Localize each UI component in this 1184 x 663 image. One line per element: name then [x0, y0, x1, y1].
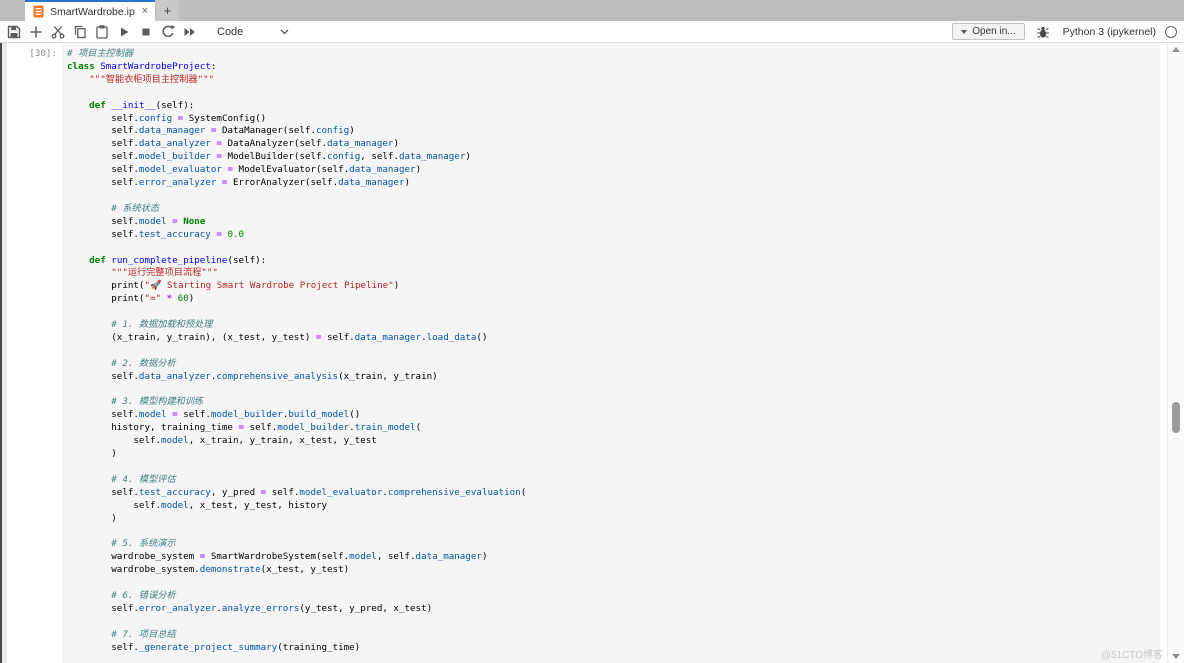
interrupt-kernel-button[interactable]	[135, 22, 157, 42]
code-line	[67, 526, 1155, 539]
code-line: # 3. 模型构建和训练	[67, 396, 1155, 409]
code-line: # 项目主控制器	[67, 48, 1155, 61]
scrollbar-thumb[interactable]	[1172, 402, 1180, 433]
notebook-icon	[33, 5, 44, 18]
code-line: # 系统状态	[67, 203, 1155, 216]
code-line: print("🚀 Starting Smart Wardrobe Project…	[67, 280, 1155, 293]
toolbar-icon-group	[3, 22, 201, 42]
code-line: wardrobe_system.demonstrate(x_test, y_te…	[67, 564, 1155, 577]
code-line: print("=" * 60)	[67, 293, 1155, 306]
code-line	[67, 461, 1155, 474]
scroll-up-arrow[interactable]	[1172, 47, 1180, 52]
chevron-down-icon	[280, 29, 289, 35]
code-line	[67, 87, 1155, 100]
code-line	[67, 577, 1155, 590]
code-line	[67, 306, 1155, 319]
run-cell-button[interactable]	[113, 22, 135, 42]
copy-cells-button[interactable]	[69, 22, 91, 42]
code-line: history, training_time = self.model_buil…	[67, 422, 1155, 435]
code-line	[67, 345, 1155, 358]
cell-editor[interactable]: # 项目主控制器class SmartWardrobeProject: """智…	[62, 45, 1160, 663]
cell-type-value: Code	[217, 26, 243, 38]
tab-title: SmartWardrobe.ipynb	[50, 6, 135, 18]
code-line	[67, 242, 1155, 255]
code-line: self._generate_project_summary(training_…	[67, 642, 1155, 655]
code-line: self.test_accuracy, y_pred = self.model_…	[67, 487, 1155, 500]
code-line: self.data_manager = DataManager(self.con…	[67, 125, 1155, 138]
code-line: self.model_evaluator = ModelEvaluator(se…	[67, 164, 1155, 177]
code-lines: # 项目主控制器class SmartWardrobeProject: """智…	[62, 45, 1160, 658]
sidebar-edge-shadow	[2, 43, 7, 663]
scroll-down-arrow[interactable]	[1172, 654, 1180, 659]
code-line: class SmartWardrobeProject:	[67, 61, 1155, 74]
code-line: self.model = None	[67, 216, 1155, 229]
open-in-label: Open in...	[972, 26, 1015, 37]
code-line: self.model = self.model_builder.build_mo…	[67, 409, 1155, 422]
code-line: # 1. 数据加载和预处理	[67, 319, 1155, 332]
code-line	[67, 616, 1155, 629]
cut-cells-button[interactable]	[47, 22, 69, 42]
code-line: self.error_analyzer = ErrorAnalyzer(self…	[67, 177, 1155, 190]
cell-type-dropdown[interactable]: Code	[217, 26, 289, 38]
code-line: )	[67, 448, 1155, 461]
notebook-content: [30]: # 项目主控制器class SmartWardrobeProject…	[0, 43, 1184, 663]
code-line	[67, 190, 1155, 203]
code-line: self.model_builder = ModelBuilder(self.c…	[67, 151, 1155, 164]
restart-run-all-button[interactable]	[179, 22, 201, 42]
restart-kernel-button[interactable]	[157, 22, 179, 42]
new-tab-button[interactable]: +	[156, 0, 179, 21]
code-line: def __init__(self):	[67, 100, 1155, 113]
code-line: self.model, x_train, y_train, x_test, y_…	[67, 435, 1155, 448]
open-in-button[interactable]: Open in...	[952, 23, 1024, 40]
code-line: def run_complete_pipeline(self):	[67, 255, 1155, 268]
debugger-bug-icon[interactable]	[1036, 25, 1050, 39]
caret-down-icon	[961, 30, 967, 34]
paste-cells-button[interactable]	[91, 22, 113, 42]
code-line: self.model, x_test, y_test, history	[67, 500, 1155, 513]
code-line: # 6. 错误分析	[67, 590, 1155, 603]
tab-smartwardrobe[interactable]: SmartWardrobe.ipynb ×	[25, 0, 155, 21]
code-line: wardrobe_system = SmartWardrobeSystem(se…	[67, 551, 1155, 564]
code-line: self.config = SystemConfig()	[67, 113, 1155, 126]
code-line	[67, 384, 1155, 397]
tab-close-icon[interactable]: ×	[141, 6, 149, 17]
kernel-status-icon[interactable]	[1165, 26, 1177, 38]
code-line: """运行完整项目流程"""	[67, 267, 1155, 280]
watermark: @51CTO博客	[1101, 646, 1163, 661]
code-line: )	[67, 513, 1155, 526]
cell-prompt: [30]:	[0, 48, 57, 61]
code-line: self.data_analyzer.comprehensive_analysi…	[67, 371, 1155, 384]
code-line: # 2. 数据分析	[67, 358, 1155, 371]
code-line: # 4. 模型评估	[67, 474, 1155, 487]
save-button[interactable]	[3, 22, 25, 42]
scrollbar[interactable]	[1167, 43, 1184, 663]
insert-cell-button[interactable]	[25, 22, 47, 42]
code-line: """智能衣柜项目主控制器"""	[67, 74, 1155, 87]
tab-bar: SmartWardrobe.ipynb × +	[0, 0, 1184, 21]
kernel-name[interactable]: Python 3 (ipykernel)	[1063, 26, 1156, 38]
code-line: self.test_accuracy = 0.0	[67, 229, 1155, 242]
code-line: self.data_analyzer = DataAnalyzer(self.d…	[67, 138, 1155, 151]
code-line: self.error_analyzer.analyze_errors(y_tes…	[67, 603, 1155, 616]
code-line: # 7. 项目总结	[67, 629, 1155, 642]
code-line: (x_train, y_train), (x_test, y_test) = s…	[67, 332, 1155, 345]
notebook-toolbar: Code Open in... Python 3 (ipykernel)	[0, 21, 1184, 43]
code-line: # 5. 系统演示	[67, 538, 1155, 551]
